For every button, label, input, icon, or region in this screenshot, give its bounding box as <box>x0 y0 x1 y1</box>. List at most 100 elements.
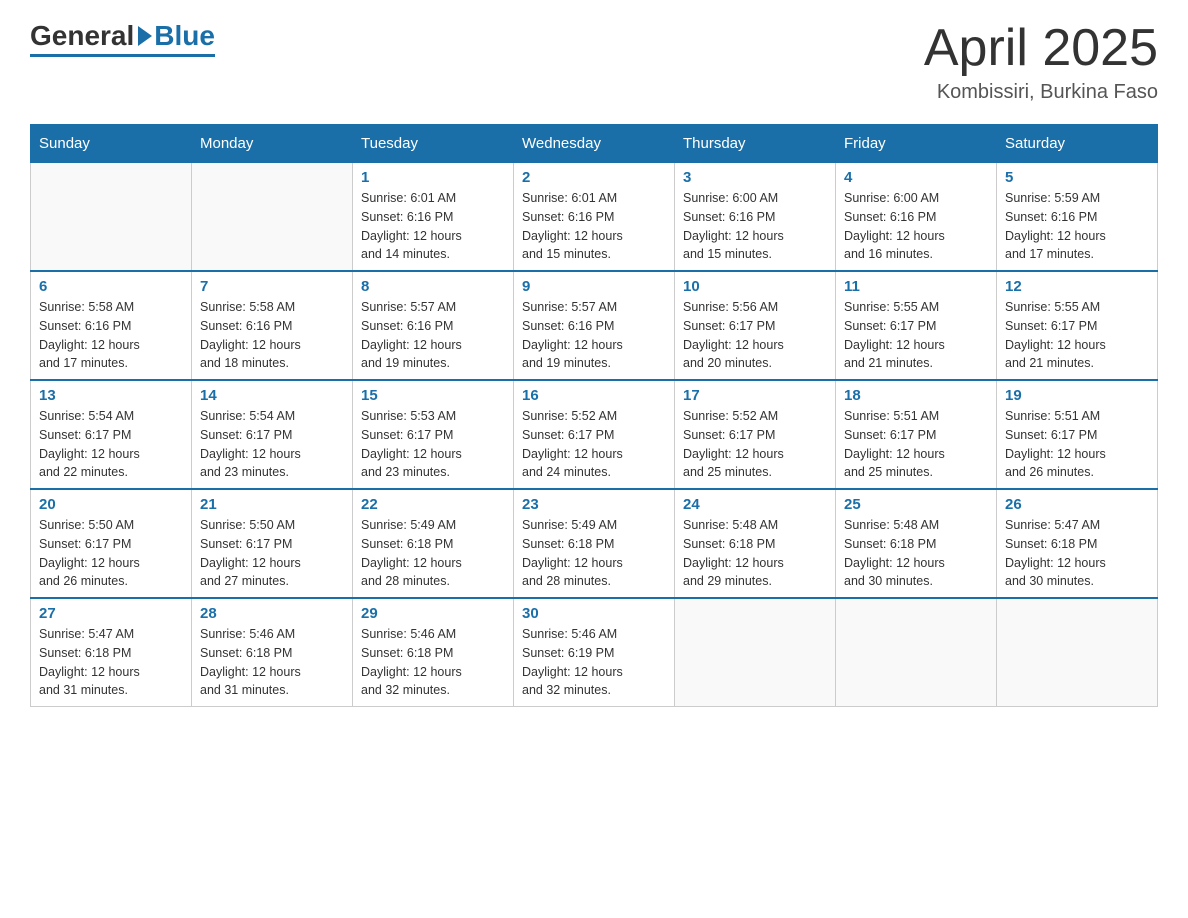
day-number: 7 <box>200 278 344 295</box>
day-info: Sunrise: 5:54 AMSunset: 6:17 PMDaylight:… <box>200 407 344 482</box>
logo-arrow-icon <box>138 26 152 46</box>
day-info: Sunrise: 5:51 AMSunset: 6:17 PMDaylight:… <box>1005 407 1149 482</box>
calendar-table: SundayMondayTuesdayWednesdayThursdayFrid… <box>30 124 1158 707</box>
day-number: 30 <box>522 605 666 622</box>
calendar-cell: 12 Sunrise: 5:55 AMSunset: 6:17 PMDayligh… <box>997 271 1158 380</box>
day-info: Sunrise: 5:50 AMSunset: 6:17 PMDaylight:… <box>39 516 183 591</box>
calendar-cell: 11 Sunrise: 5:55 AMSunset: 6:17 PMDayligh… <box>836 271 997 380</box>
day-number: 16 <box>522 387 666 404</box>
calendar-cell <box>836 598 997 707</box>
logo-blue-text: Blue <box>154 20 215 52</box>
calendar-cell: 15Sunrise: 5:53 AMSunset: 6:17 PMDayligh… <box>353 380 514 489</box>
day-info: Sunrise: 5:52 AMSunset: 6:17 PMDaylight:… <box>683 407 827 482</box>
day-number: 5 <box>1005 169 1149 186</box>
day-number: 3 <box>683 169 827 186</box>
day-number: 21 <box>200 496 344 513</box>
calendar-week-row-2: 6 Sunrise: 5:58 AMSunset: 6:16 PMDaylight… <box>31 271 1158 380</box>
day-info: Sunrise: 5:47 AMSunset: 6:18 PMDaylight:… <box>1005 516 1149 591</box>
day-info: Sunrise: 5:58 AMSunset: 6:16 PMDaylight:… <box>39 298 183 373</box>
day-number: 4 <box>844 169 988 186</box>
day-number: 17 <box>683 387 827 404</box>
day-info: Sunrise: 5:59 AMSunset: 6:16 PMDaylight:… <box>1005 189 1149 264</box>
day-info: Sunrise: 5:46 AMSunset: 6:19 PMDaylight:… <box>522 625 666 700</box>
calendar-cell: 23Sunrise: 5:49 AMSunset: 6:18 PMDayligh… <box>514 489 675 598</box>
logo-general-text: General <box>30 20 134 52</box>
day-number: 6 <box>39 278 183 295</box>
calendar-day-header-monday: Monday <box>192 125 353 163</box>
calendar-cell: 4 Sunrise: 6:00 AMSunset: 6:16 PMDaylight… <box>836 163 997 272</box>
calendar-day-header-thursday: Thursday <box>675 125 836 163</box>
calendar-cell: 10 Sunrise: 5:56 AMSunset: 6:17 PMDayligh… <box>675 271 836 380</box>
calendar-cell: 27 Sunrise: 5:47 AMSunset: 6:18 PMDayligh… <box>31 598 192 707</box>
calendar-cell: 1 Sunrise: 6:01 AMSunset: 6:16 PMDaylight… <box>353 163 514 272</box>
page-header: General Blue April 2025 Kombissiri, Burk… <box>30 20 1158 104</box>
calendar-day-header-friday: Friday <box>836 125 997 163</box>
title-section: April 2025 Kombissiri, Burkina Faso <box>924 20 1158 104</box>
day-number: 10 <box>683 278 827 295</box>
calendar-header-row: SundayMondayTuesdayWednesdayThursdayFrid… <box>31 125 1158 163</box>
day-info: Sunrise: 5:58 AMSunset: 6:16 PMDaylight:… <box>200 298 344 373</box>
calendar-cell <box>675 598 836 707</box>
day-number: 20 <box>39 496 183 513</box>
day-number: 11 <box>844 278 988 295</box>
logo-underline <box>30 54 215 57</box>
day-info: Sunrise: 5:50 AMSunset: 6:17 PMDaylight:… <box>200 516 344 591</box>
day-number: 1 <box>361 169 505 186</box>
day-info: Sunrise: 6:01 AMSunset: 6:16 PMDaylight:… <box>361 189 505 264</box>
day-info: Sunrise: 5:55 AMSunset: 6:17 PMDaylight:… <box>1005 298 1149 373</box>
day-info: Sunrise: 6:00 AMSunset: 6:16 PMDaylight:… <box>844 189 988 264</box>
day-number: 14 <box>200 387 344 404</box>
calendar-cell: 14 Sunrise: 5:54 AMSunset: 6:17 PMDayligh… <box>192 380 353 489</box>
day-number: 22 <box>361 496 505 513</box>
calendar-cell: 30 Sunrise: 5:46 AMSunset: 6:19 PMDayligh… <box>514 598 675 707</box>
calendar-cell: 25 Sunrise: 5:48 AMSunset: 6:18 PMDayligh… <box>836 489 997 598</box>
calendar-cell: 24Sunrise: 5:48 AMSunset: 6:18 PMDayligh… <box>675 489 836 598</box>
calendar-cell: 22 Sunrise: 5:49 AMSunset: 6:18 PMDayligh… <box>353 489 514 598</box>
calendar-cell: 6 Sunrise: 5:58 AMSunset: 6:16 PMDaylight… <box>31 271 192 380</box>
calendar-cell <box>31 163 192 272</box>
location-subtitle: Kombissiri, Burkina Faso <box>924 81 1158 104</box>
day-info: Sunrise: 5:49 AMSunset: 6:18 PMDaylight:… <box>361 516 505 591</box>
day-number: 26 <box>1005 496 1149 513</box>
day-info: Sunrise: 5:52 AMSunset: 6:17 PMDaylight:… <box>522 407 666 482</box>
day-info: Sunrise: 5:48 AMSunset: 6:18 PMDaylight:… <box>683 516 827 591</box>
calendar-cell: 16 Sunrise: 5:52 AMSunset: 6:17 PMDayligh… <box>514 380 675 489</box>
calendar-day-header-tuesday: Tuesday <box>353 125 514 163</box>
day-number: 12 <box>1005 278 1149 295</box>
calendar-week-row-4: 20 Sunrise: 5:50 AMSunset: 6:17 PMDayligh… <box>31 489 1158 598</box>
calendar-cell: 18Sunrise: 5:51 AMSunset: 6:17 PMDayligh… <box>836 380 997 489</box>
day-number: 9 <box>522 278 666 295</box>
calendar-cell: 17 Sunrise: 5:52 AMSunset: 6:17 PMDayligh… <box>675 380 836 489</box>
calendar-week-row-3: 13Sunrise: 5:54 AMSunset: 6:17 PMDayligh… <box>31 380 1158 489</box>
calendar-week-row-5: 27 Sunrise: 5:47 AMSunset: 6:18 PMDayligh… <box>31 598 1158 707</box>
day-info: Sunrise: 5:47 AMSunset: 6:18 PMDaylight:… <box>39 625 183 700</box>
calendar-day-header-sunday: Sunday <box>31 125 192 163</box>
day-number: 2 <box>522 169 666 186</box>
day-info: Sunrise: 5:49 AMSunset: 6:18 PMDaylight:… <box>522 516 666 591</box>
day-info: Sunrise: 5:55 AMSunset: 6:17 PMDaylight:… <box>844 298 988 373</box>
day-info: Sunrise: 6:00 AMSunset: 6:16 PMDaylight:… <box>683 189 827 264</box>
day-info: Sunrise: 6:01 AMSunset: 6:16 PMDaylight:… <box>522 189 666 264</box>
calendar-cell: 3 Sunrise: 6:00 AMSunset: 6:16 PMDaylight… <box>675 163 836 272</box>
calendar-cell <box>997 598 1158 707</box>
calendar-cell: 21 Sunrise: 5:50 AMSunset: 6:17 PMDayligh… <box>192 489 353 598</box>
month-title: April 2025 <box>924 20 1158 77</box>
day-info: Sunrise: 5:53 AMSunset: 6:17 PMDaylight:… <box>361 407 505 482</box>
day-info: Sunrise: 5:48 AMSunset: 6:18 PMDaylight:… <box>844 516 988 591</box>
calendar-cell: 2 Sunrise: 6:01 AMSunset: 6:16 PMDaylight… <box>514 163 675 272</box>
day-info: Sunrise: 5:46 AMSunset: 6:18 PMDaylight:… <box>200 625 344 700</box>
day-info: Sunrise: 5:57 AMSunset: 6:16 PMDaylight:… <box>522 298 666 373</box>
calendar-cell: 19 Sunrise: 5:51 AMSunset: 6:17 PMDayligh… <box>997 380 1158 489</box>
calendar-cell: 26 Sunrise: 5:47 AMSunset: 6:18 PMDayligh… <box>997 489 1158 598</box>
calendar-cell: 7 Sunrise: 5:58 AMSunset: 6:16 PMDaylight… <box>192 271 353 380</box>
day-info: Sunrise: 5:54 AMSunset: 6:17 PMDaylight:… <box>39 407 183 482</box>
day-number: 18 <box>844 387 988 404</box>
day-info: Sunrise: 5:56 AMSunset: 6:17 PMDaylight:… <box>683 298 827 373</box>
logo: General Blue <box>30 20 215 57</box>
calendar-cell <box>192 163 353 272</box>
day-info: Sunrise: 5:46 AMSunset: 6:18 PMDaylight:… <box>361 625 505 700</box>
day-number: 19 <box>1005 387 1149 404</box>
calendar-cell: 8Sunrise: 5:57 AMSunset: 6:16 PMDaylight… <box>353 271 514 380</box>
day-number: 27 <box>39 605 183 622</box>
day-number: 25 <box>844 496 988 513</box>
